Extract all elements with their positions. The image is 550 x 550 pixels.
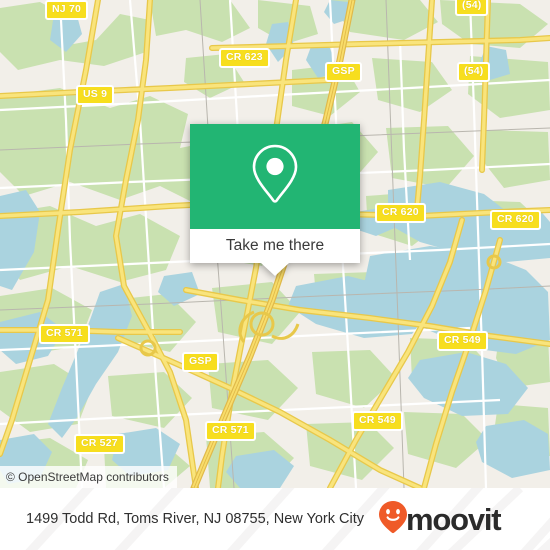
road-shield-cr-620: CR 620 (490, 210, 541, 230)
popup-footer[interactable]: Take me there (190, 229, 360, 263)
moovit-logo[interactable]: moovit (378, 500, 502, 539)
road-shield-cr-623: CR 623 (219, 48, 270, 68)
road-shield-gsp: GSP (182, 352, 219, 372)
location-popup-card[interactable]: Take me there (190, 124, 360, 276)
bottom-bar-content: 1499 Todd Rd, Toms River, NJ 08755, New … (0, 488, 550, 550)
map-screenshot: NJ 70 (54) CR 623 GSP (54) US 9 CR 620 CR 620 CR… (0, 0, 550, 550)
moovit-smiley-pin-icon (378, 500, 408, 539)
map-pin-icon (249, 142, 301, 211)
bottom-info-bar: 1499 Todd Rd, Toms River, NJ 08755, New … (0, 488, 550, 550)
road-shield-nj-70: NJ 70 (45, 0, 89, 20)
road-shield-gsp: GSP (325, 62, 362, 82)
popup-pointer-tail (261, 263, 289, 276)
openstreetmap-attribution[interactable]: © OpenStreetMap contributors (0, 466, 177, 488)
road-shield-54: (54) (457, 62, 491, 82)
road-shield-cr-527: CR 527 (74, 434, 125, 454)
take-me-there-button[interactable]: Take me there (226, 237, 324, 255)
address-label: 1499 Todd Rd, Toms River, NJ 08755, New … (26, 511, 364, 527)
road-shield-cr-549: CR 549 (352, 411, 403, 431)
road-shield-54: (54) (455, 0, 489, 16)
road-shield-cr-620: CR 620 (375, 203, 426, 223)
road-shield-cr-571: CR 571 (39, 324, 90, 344)
road-shield-cr-571: CR 571 (205, 421, 256, 441)
road-shield-cr-549: CR 549 (437, 331, 488, 351)
popup-header (190, 124, 360, 229)
road-shield-us-9: US 9 (76, 85, 115, 105)
moovit-wordmark: moovit (405, 501, 502, 537)
